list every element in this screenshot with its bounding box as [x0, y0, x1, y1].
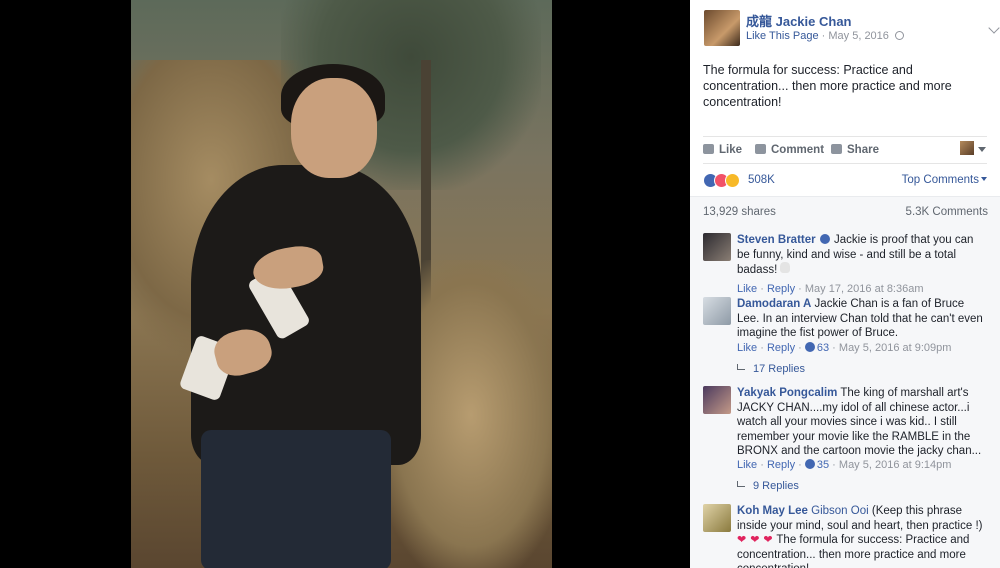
haha-reaction-icon[interactable] — [725, 173, 740, 188]
comment-body: Damodaran A Jackie Chan is a fan of Bruc… — [737, 297, 989, 341]
comment-like-count[interactable]: 63 — [817, 342, 829, 354]
comment-time[interactable]: May 5, 2016 at 9:14pm — [839, 459, 952, 471]
page-name-link[interactable]: 成龍 Jackie Chan — [746, 11, 852, 30]
photo-viewer: 成龍 Jackie Chan Like This Page · May 5, 2… — [0, 0, 1000, 568]
comment-meta: Like · Reply · 35 · May 5, 2016 at 9:14p… — [737, 459, 952, 471]
like-button[interactable]: Like — [703, 144, 742, 156]
like-label: Like — [719, 144, 743, 156]
comment-body: Koh May Lee Gibson Ooi (Keep this phrase… — [737, 504, 989, 568]
reply-arrow-icon — [737, 364, 745, 370]
figure-legs — [201, 430, 391, 568]
commenter-name[interactable]: Damodaran A — [737, 298, 811, 310]
comment-body: Yakyak Pongcalim The king of marshall ar… — [737, 386, 989, 459]
comment-label: Comment — [771, 144, 825, 156]
reaction-count[interactable]: 508K — [748, 174, 775, 186]
share-button[interactable]: Share — [831, 144, 879, 156]
globe-icon — [894, 31, 904, 40]
post-text: The formula for success: Practice and co… — [703, 63, 952, 109]
comment-reply-link[interactable]: Reply — [767, 459, 795, 471]
comments-count[interactable]: 5.3K Comments — [906, 206, 988, 218]
comment-sort-label: Top Comments — [901, 174, 979, 186]
comment-like-count[interactable]: 35 — [817, 459, 829, 471]
comment-like-link[interactable]: Like — [737, 459, 757, 471]
commenter-name[interactable]: Yakyak Pongcalim — [737, 387, 837, 399]
page-avatar[interactable] — [704, 10, 740, 46]
speech-bubble-icon — [755, 144, 766, 154]
comment-reply-link[interactable]: Reply — [767, 283, 795, 295]
verified-badge-icon — [819, 234, 830, 244]
reactions-row: 508K Top Comments — [703, 172, 987, 190]
thumbs-up-icon — [703, 144, 714, 154]
post-photo[interactable] — [131, 0, 552, 568]
comment-time[interactable]: May 5, 2016 at 9:09pm — [839, 342, 952, 354]
chevron-down-icon[interactable] — [988, 22, 1000, 34]
comment-sort-dropdown[interactable]: Top Comments — [902, 174, 987, 186]
comments-list: Steven Bratter Jackie is proof that you … — [690, 226, 1000, 568]
comment-meta: Like · Reply · 63 · May 5, 2016 at 9:09p… — [737, 342, 952, 354]
avatar[interactable] — [703, 386, 731, 414]
skull-emoji-icon — [780, 262, 791, 273]
replies-label: 17 Replies — [753, 363, 805, 375]
caret-down-icon[interactable] — [978, 147, 986, 152]
view-replies-link[interactable]: 17 Replies — [737, 363, 805, 375]
stats-bar: 13,929 shares 5.3K Comments — [690, 196, 1000, 226]
avatar[interactable] — [703, 297, 731, 325]
commenter-name[interactable]: Koh May Lee — [737, 505, 808, 517]
tagged-user-link[interactable]: Gibson Ooi — [811, 505, 869, 517]
comment-reply-link[interactable]: Reply — [767, 342, 795, 354]
view-replies-link[interactable]: 9 Replies — [737, 480, 799, 492]
share-label: Share — [847, 144, 879, 156]
share-arrow-icon — [831, 144, 842, 154]
commenter-name[interactable]: Steven Bratter — [737, 234, 816, 246]
like-count-icon — [804, 459, 815, 469]
post-subline: Like This Page · May 5, 2016 — [746, 30, 904, 42]
comment-like-link[interactable]: Like — [737, 283, 757, 295]
post-header: 成龍 Jackie Chan Like This Page · May 5, 2… — [704, 10, 1000, 50]
action-bar: Like Comment Share — [703, 136, 987, 164]
comment-time[interactable]: May 17, 2016 at 8:36am — [805, 283, 924, 295]
comment-like-link[interactable]: Like — [737, 342, 757, 354]
heart-emoji-icon: ❤ — [750, 534, 760, 546]
post-date[interactable]: May 5, 2016 — [828, 30, 889, 42]
actor-avatar[interactable] — [960, 141, 974, 155]
caret-down-icon — [981, 177, 987, 181]
avatar[interactable] — [703, 233, 731, 261]
comment-body: Steven Bratter Jackie is proof that you … — [737, 233, 989, 278]
shares-count[interactable]: 13,929 shares — [703, 206, 776, 218]
heart-emoji-icon: ❤ — [737, 534, 747, 546]
replies-label: 9 Replies — [753, 480, 799, 492]
heart-emoji-icon: ❤ — [763, 534, 773, 546]
avatar[interactable] — [703, 504, 731, 532]
comment-meta: Like · Reply · May 17, 2016 at 8:36am — [737, 283, 924, 295]
figure-face — [291, 78, 377, 178]
reply-arrow-icon — [737, 481, 745, 487]
like-page-link[interactable]: Like This Page — [746, 30, 819, 42]
like-count-icon — [804, 342, 815, 352]
post-sidebar: 成龍 Jackie Chan Like This Page · May 5, 2… — [690, 0, 1000, 568]
